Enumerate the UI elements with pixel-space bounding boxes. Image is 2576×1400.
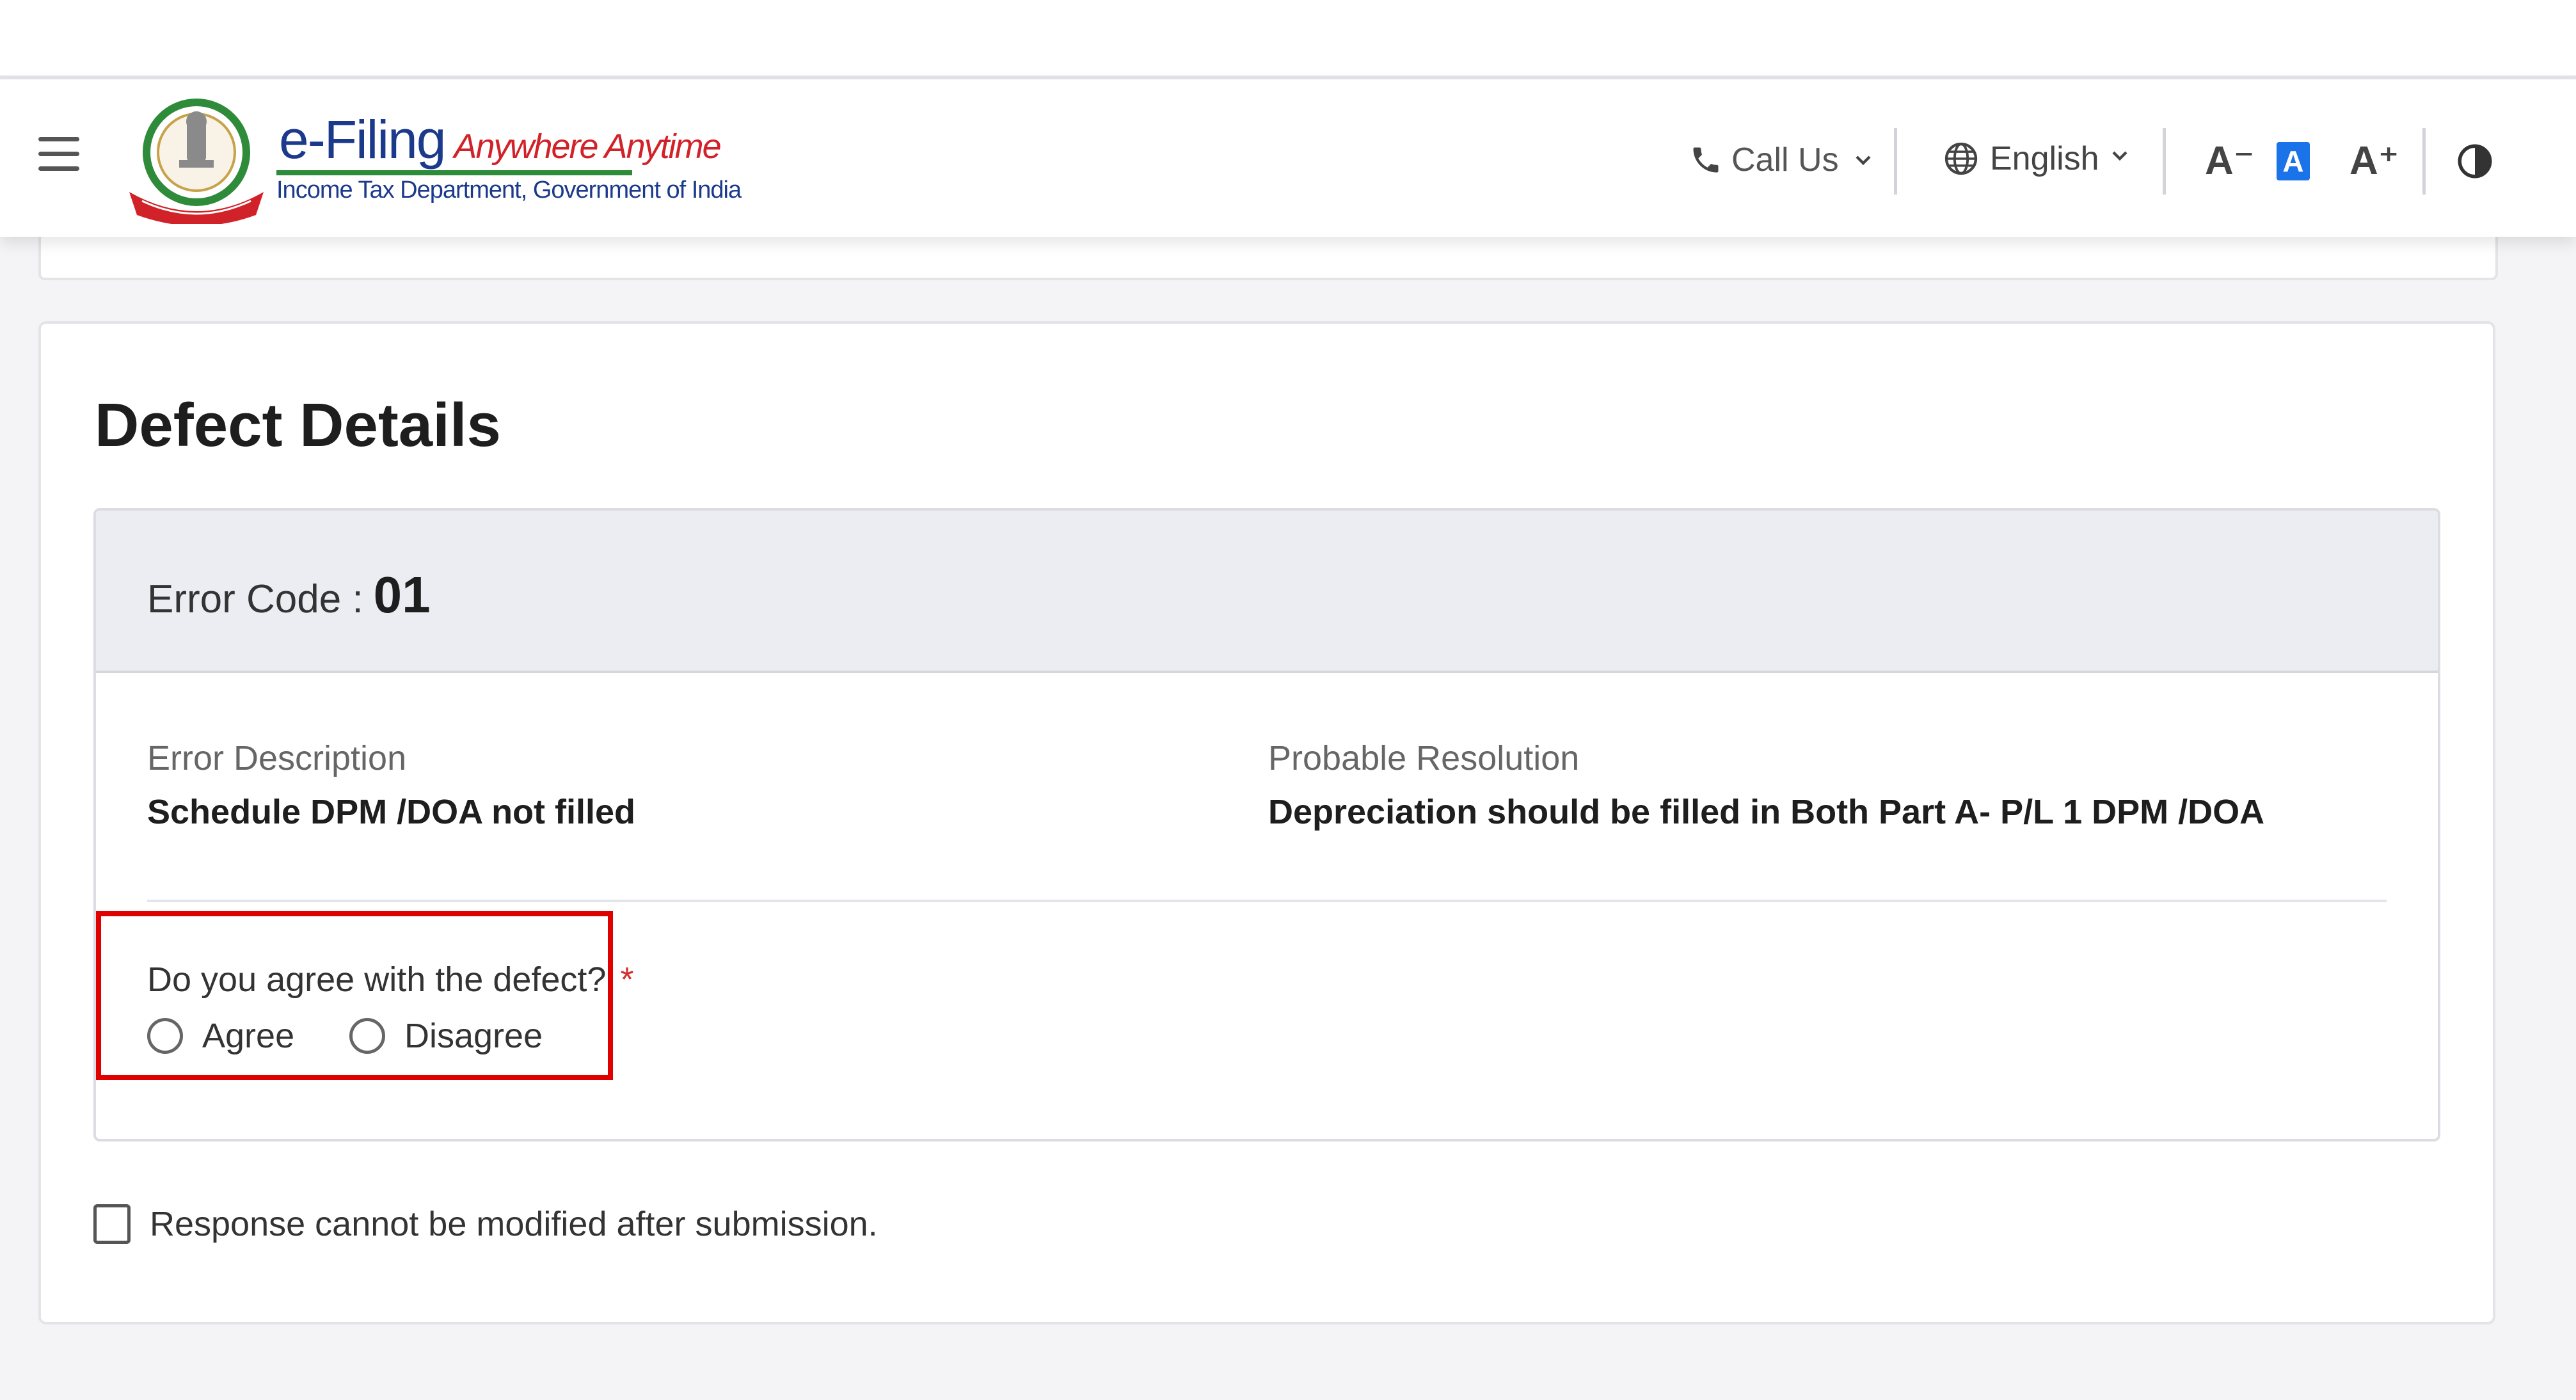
agree-radio-button[interactable]: [147, 1018, 183, 1054]
agree-radio-option[interactable]: Agree: [147, 1016, 294, 1056]
probable-resolution-label: Probable Resolution: [1268, 739, 1580, 777]
logo-underline: [276, 170, 632, 175]
error-code-value: 01: [373, 566, 431, 623]
confirmation-checkbox[interactable]: [93, 1204, 131, 1244]
agree-radio-label: Agree: [202, 1017, 295, 1055]
confirmation-checkbox-row[interactable]: Response cannot be modified after submis…: [93, 1204, 878, 1244]
phone-icon: [1693, 147, 1719, 173]
page-title: Defect Details: [95, 391, 501, 459]
disagree-radio-label: Disagree: [404, 1017, 543, 1055]
header-separator: [1894, 128, 1897, 195]
error-description-value: Schedule DPM /DOA not filled: [147, 793, 636, 831]
probable-resolution-value: Depreciation should be filled in Both Pa…: [1268, 793, 2265, 831]
agree-question-text: Do you agree with the defect?: [147, 960, 607, 999]
site-header: e-Filing Anywhere Anytime Income Tax Depa…: [0, 79, 2576, 237]
error-code: Error Code :01: [147, 566, 431, 624]
language-dropdown[interactable]: English: [1943, 139, 2133, 178]
header-separator: [2163, 128, 2166, 195]
confirmation-label: Response cannot be modified after submis…: [150, 1205, 878, 1243]
income-tax-emblem-logo: [129, 99, 264, 224]
font-decrease-button[interactable]: A⁻: [2205, 137, 2255, 184]
disagree-radio-option[interactable]: Disagree: [349, 1016, 543, 1056]
chevron-down-icon: [2112, 151, 2127, 161]
required-mark: *: [620, 960, 634, 999]
font-normal-button[interactable]: A: [2277, 142, 2310, 180]
call-us-label: Call Us: [1731, 141, 1839, 179]
error-description-label: Error Description: [147, 739, 407, 777]
chevron-down-icon: [1856, 155, 1871, 166]
font-increase-button[interactable]: A⁺: [2349, 137, 2399, 184]
defect-details-card: Defect Details Error Code :01 Error Desc…: [38, 321, 2495, 1324]
menu-icon[interactable]: [38, 137, 79, 173]
agree-question: Do you agree with the defect? *: [147, 960, 633, 999]
logo-tagline: Anywhere Anytime: [454, 127, 721, 166]
call-us-dropdown[interactable]: Call Us: [1689, 141, 1876, 179]
language-label: English: [1990, 140, 2099, 177]
logo-department: Income Tax Department, Government of Ind…: [276, 177, 742, 203]
defect-panel-header: Error Code :01: [96, 511, 2438, 673]
logo-title: e-Filing: [279, 109, 446, 170]
error-code-label: Error Code :: [147, 577, 363, 621]
defect-panel: Error Code :01 Error Description Schedul…: [93, 508, 2440, 1141]
contrast-toggle-icon[interactable]: [2456, 142, 2494, 180]
section-divider: [147, 900, 2387, 902]
browser-top-strip: [0, 0, 2576, 79]
header-separator: [2422, 128, 2426, 195]
globe-icon: [1944, 142, 1978, 175]
disagree-radio-button[interactable]: [349, 1018, 385, 1054]
efiling-logo-text: e-Filing Anywhere Anytime: [279, 109, 722, 171]
